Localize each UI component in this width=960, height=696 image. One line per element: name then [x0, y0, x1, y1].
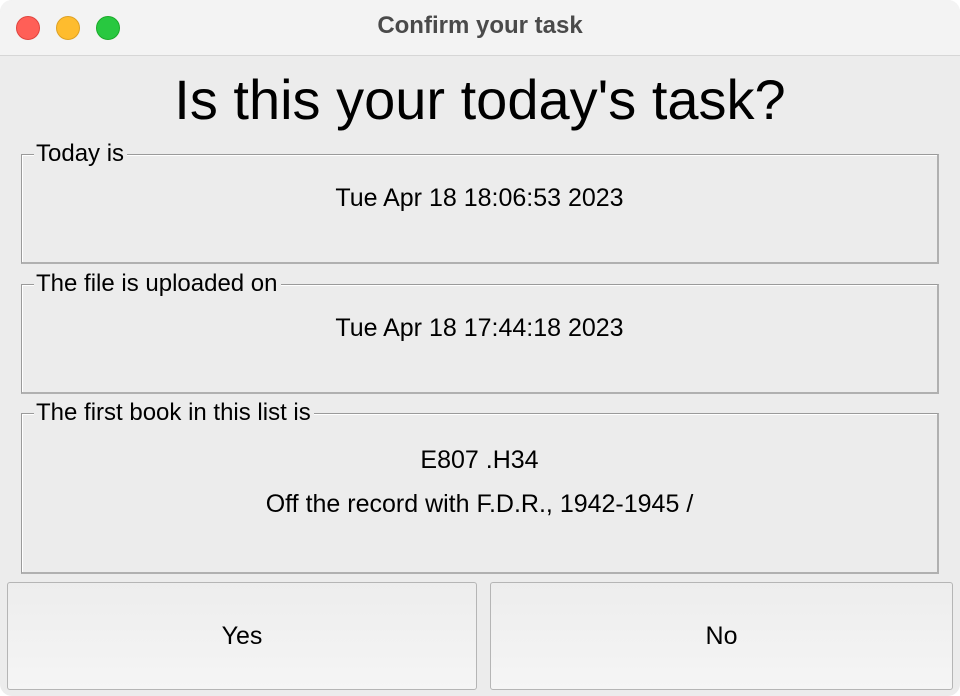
- window-title: Confirm your task: [377, 12, 583, 39]
- today-group: Today is Tue Apr 18 18:06:53 2023: [21, 140, 939, 264]
- yes-button[interactable]: Yes: [7, 582, 477, 690]
- today-value: Tue Apr 18 18:06:53 2023: [335, 184, 624, 212]
- first-book-label: The first book in this list is: [34, 399, 314, 427]
- book-call-number: E807 .H34: [420, 446, 539, 474]
- today-label: Today is: [34, 140, 128, 168]
- uploaded-label: The file is uploaded on: [34, 270, 281, 298]
- confirm-window: Confirm your task Is this your today's t…: [0, 0, 960, 696]
- page-title: Is this your today's task?: [174, 68, 786, 131]
- uploaded-value: Tue Apr 18 17:44:18 2023: [335, 314, 624, 342]
- book-title: Off the record with F.D.R., 1942-1945 /: [265, 490, 694, 518]
- no-button[interactable]: No: [490, 582, 953, 690]
- uploaded-group: The file is uploaded on Tue Apr 18 17:44…: [21, 270, 939, 394]
- title-bar: Confirm your task: [0, 0, 960, 56]
- first-book-group: The first book in this list is E807 .H34…: [21, 399, 939, 574]
